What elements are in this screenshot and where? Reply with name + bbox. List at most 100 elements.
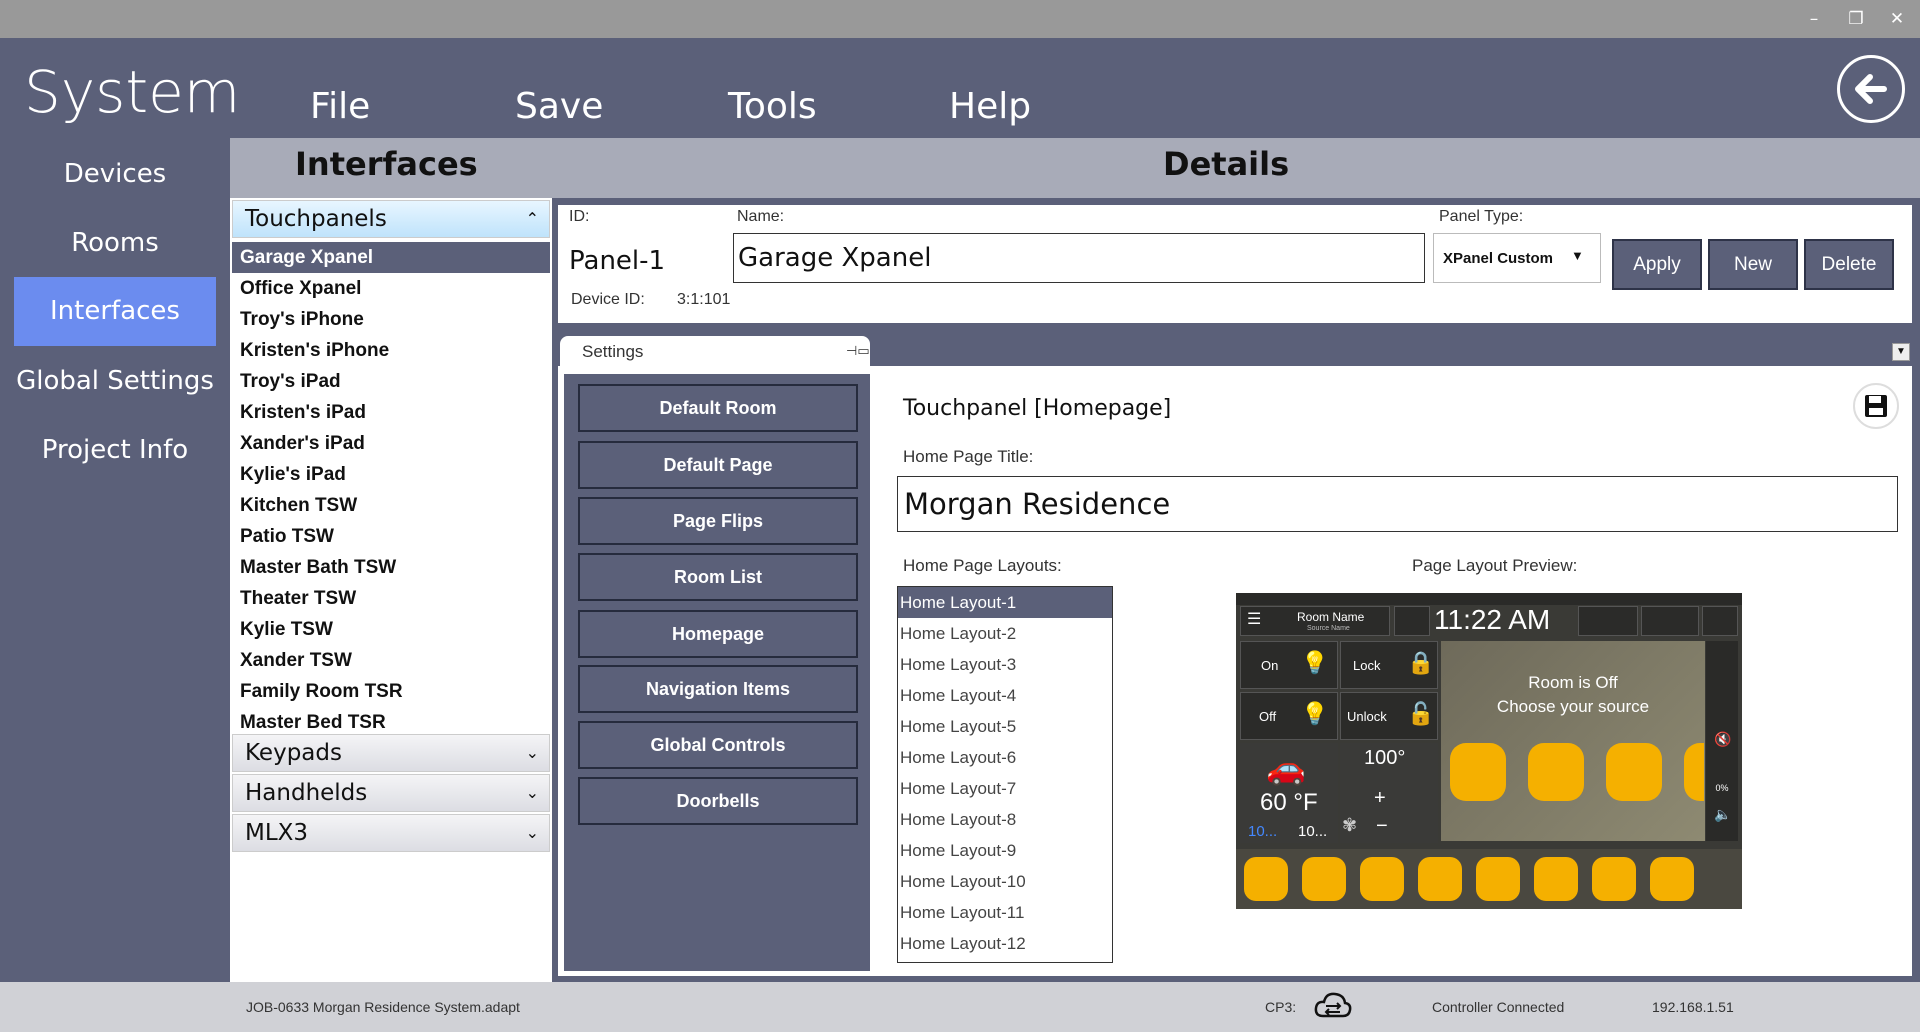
layout-item[interactable]: Home Layout-6	[898, 742, 1112, 773]
radio-icon	[1528, 743, 1584, 801]
settings-button-global-controls[interactable]: Global Controls	[578, 721, 858, 769]
touchpanel-item[interactable]: Troy's iPhone	[232, 304, 550, 335]
dropdown-arrow-icon: ▼	[1571, 248, 1584, 263]
group-touchpanels[interactable]: Touchpanels ⌃	[232, 200, 550, 238]
homepage-title: Touchpanel [Homepage]	[903, 396, 1172, 421]
home-page-layouts-list[interactable]: Home Layout-1 Home Layout-2 Home Layout-3 H…	[897, 586, 1113, 963]
layout-item[interactable]: Home Layout-1	[898, 587, 1112, 618]
group-mlx3[interactable]: MLX3 ⌄	[232, 814, 550, 852]
panel-type-select[interactable]: XPanel Custom ▼	[1433, 233, 1601, 283]
layout-item[interactable]: Home Layout-7	[898, 773, 1112, 804]
preview-unlock-button: Unlock 🔓	[1340, 692, 1438, 740]
device-id-label: Device ID:	[571, 291, 645, 308]
layout-item[interactable]: Home Layout-9	[898, 835, 1112, 866]
preview-source-control	[1578, 606, 1638, 636]
group-keypads[interactable]: Keypads ⌄	[232, 734, 550, 772]
layout-item[interactable]: Home Layout-11	[898, 897, 1112, 928]
touchpanel-item[interactable]: Patio TSW	[232, 521, 550, 552]
radio-icon	[1302, 857, 1346, 901]
restore-icon[interactable]: ❐	[1842, 8, 1870, 30]
touchpanel-item[interactable]: Kylie's iPad	[232, 459, 550, 490]
preview-setpoint: 100°	[1364, 747, 1406, 769]
minimize-icon[interactable]: –	[1800, 8, 1828, 30]
device-id-value: 3:1:101	[677, 291, 731, 308]
radio-icon	[1606, 743, 1662, 801]
status-file: JOB-0633 Morgan Residence System.adapt	[246, 999, 520, 1015]
radio-icon	[1244, 857, 1288, 901]
interfaces-title: Interfaces	[295, 145, 478, 183]
layout-item[interactable]: Home Layout-4	[898, 680, 1112, 711]
layout-item[interactable]: Home Layout-3	[898, 649, 1112, 680]
settings-button-default-page[interactable]: Default Page	[578, 441, 858, 489]
touchpanel-item[interactable]: Xander TSW	[232, 645, 550, 676]
layout-item[interactable]: Home Layout-2	[898, 618, 1112, 649]
settings-button-default-room[interactable]: Default Room	[578, 384, 858, 432]
tab-dropdown-icon[interactable]: ▼	[1892, 343, 1910, 361]
group-label: MLX3	[245, 820, 309, 846]
interfaces-list: Touchpanels ⌃ Garage Xpanel Office Xpanel…	[230, 198, 552, 982]
touchpanel-item[interactable]: Kristen's iPhone	[232, 335, 550, 366]
layout-item[interactable]: Home Layout-8	[898, 804, 1112, 835]
name-input[interactable]	[733, 233, 1425, 283]
radio-icon	[1360, 857, 1404, 901]
menu-save[interactable]: Save	[515, 86, 603, 127]
nav-rooms[interactable]: Rooms	[14, 209, 216, 278]
apply-button[interactable]: Apply	[1612, 239, 1702, 290]
hamburger-icon: ☰	[1247, 611, 1262, 628]
nav-project-info[interactable]: Project Info	[14, 416, 216, 485]
touchpanel-item[interactable]: Kristen's iPad	[232, 397, 550, 428]
new-button[interactable]: New	[1708, 239, 1798, 290]
status-cp3-label: CP3:	[1265, 999, 1297, 1015]
touchpanel-item[interactable]: Office Xpanel	[232, 273, 550, 304]
preview-unlock-label: Unlock	[1347, 709, 1387, 724]
floppy-disk-icon	[1865, 395, 1887, 417]
preview-off-button: Off 💡	[1240, 692, 1338, 740]
id-label: ID:	[569, 208, 590, 225]
preview-time: 11:22 AM	[1434, 604, 1551, 635]
close-icon[interactable]: ✕	[1883, 8, 1911, 30]
touchpanel-item[interactable]: Theater TSW	[232, 583, 550, 614]
touchpanel-item[interactable]: Kitchen TSW	[232, 490, 550, 521]
settings-button-room-list[interactable]: Room List	[578, 553, 858, 601]
preview-volume-pct: 0%	[1715, 783, 1729, 793]
chevron-up-icon: ⌃	[525, 209, 539, 228]
tab-settings[interactable]: Settings ⊣▭	[560, 336, 870, 368]
settings-button-doorbells[interactable]: Doorbells	[578, 777, 858, 825]
layout-item[interactable]: Home Layout-12	[898, 928, 1112, 959]
touchpanel-item[interactable]: Master Bath TSW	[232, 552, 550, 583]
cloud-sync-icon[interactable]	[1313, 988, 1353, 1024]
nav-interfaces[interactable]: Interfaces	[14, 277, 216, 346]
settings-button-page-flips[interactable]: Page Flips	[578, 497, 858, 545]
touchpanel-item[interactable]: Troy's iPad	[232, 366, 550, 397]
pin-icon[interactable]: ⊣▭	[846, 343, 870, 359]
touchpanel-item[interactable]: Xander's iPad	[232, 428, 550, 459]
touchpanel-item[interactable]: Kylie TSW	[232, 614, 550, 645]
save-button[interactable]	[1853, 383, 1899, 429]
nav-devices[interactable]: Devices	[14, 140, 216, 209]
back-button[interactable]	[1837, 55, 1905, 123]
radio-icon	[1450, 743, 1506, 801]
layout-item[interactable]: Home Layout-10	[898, 866, 1112, 897]
unlock-icon: 🔓	[1407, 701, 1435, 726]
app-title: System	[24, 58, 241, 126]
menu-file[interactable]: File	[310, 86, 370, 127]
delete-button[interactable]: Delete	[1804, 239, 1894, 290]
minus-icon: −	[1376, 815, 1388, 837]
preview-weather-temp: 60 °F	[1260, 789, 1318, 816]
status-ip: 192.168.1.51	[1652, 999, 1734, 1015]
nav-global-settings[interactable]: Global Settings	[14, 347, 216, 416]
settings-button-navigation-items[interactable]: Navigation Items	[578, 665, 858, 713]
menu-help[interactable]: Help	[949, 86, 1031, 127]
panel-type-value: XPanel Custom	[1443, 250, 1554, 267]
preview-room-area: Room is Off Choose your source	[1441, 641, 1705, 841]
settings-button-homepage[interactable]: Homepage	[578, 610, 858, 658]
layout-item[interactable]: Home Layout-5	[898, 711, 1112, 742]
panel-type-label: Panel Type:	[1439, 208, 1524, 225]
touchpanel-item[interactable]: Garage Xpanel	[232, 242, 550, 273]
details-title: Details	[1163, 145, 1290, 183]
group-handhelds[interactable]: Handhelds ⌄	[232, 774, 550, 812]
home-page-title-input[interactable]	[897, 476, 1898, 532]
arrow-left-icon	[1855, 74, 1887, 104]
menu-tools[interactable]: Tools	[728, 86, 817, 127]
touchpanel-item[interactable]: Family Room TSR	[232, 676, 550, 707]
